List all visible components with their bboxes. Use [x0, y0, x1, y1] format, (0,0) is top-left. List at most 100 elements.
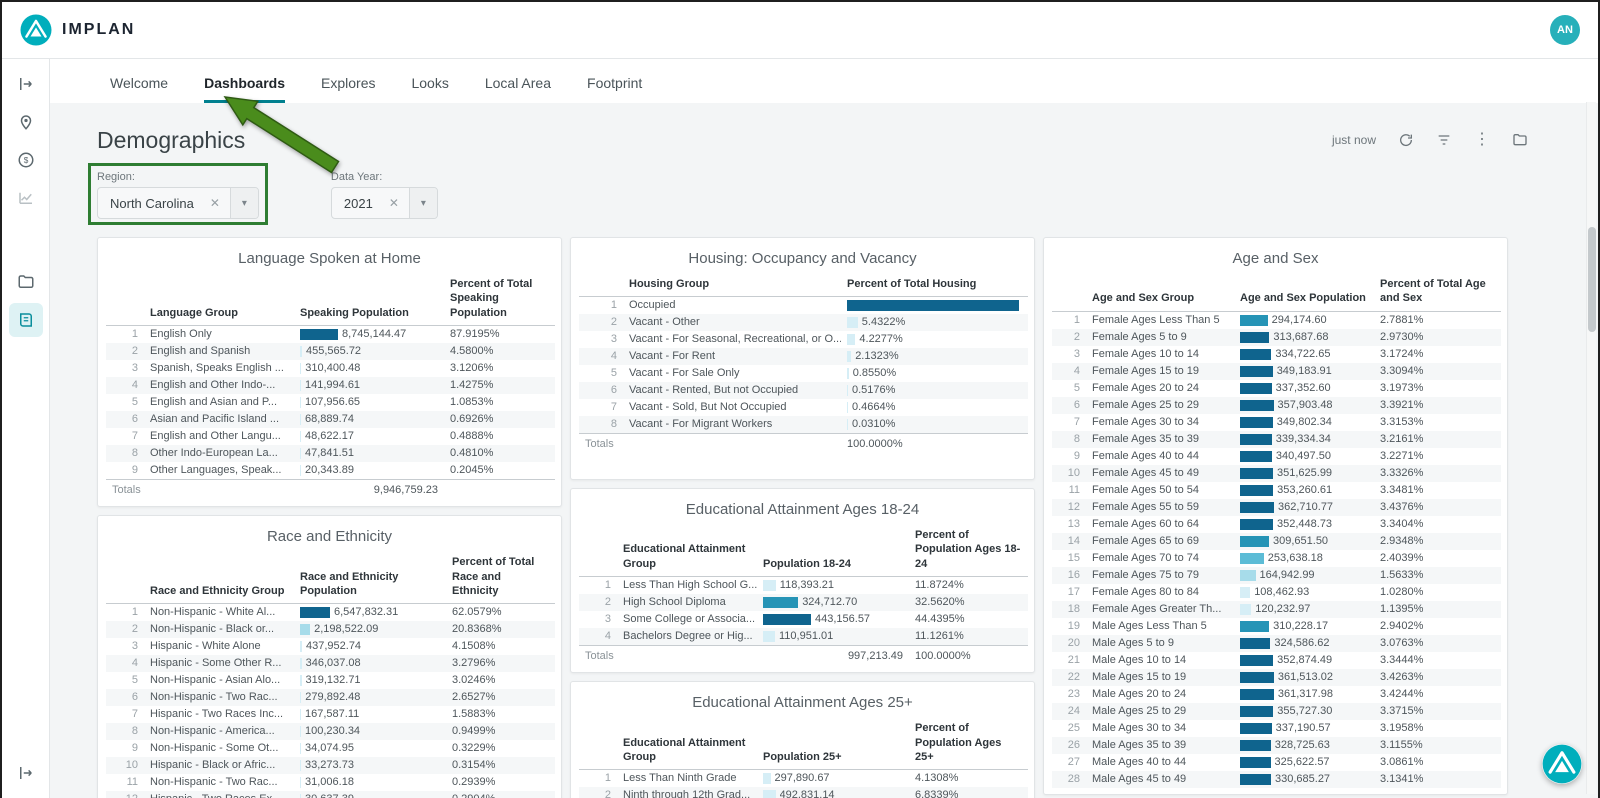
table-row[interactable]: 1 Female Ages Less Than 5 294,174.60 2.7881… [1052, 311, 1501, 329]
table-row[interactable]: 16 Female Ages 75 to 79 164,942.99 1.5633% [1052, 566, 1501, 584]
table-row[interactable]: 11 Non-Hispanic - Two Rac... 31,006.18 0.29… [106, 774, 555, 791]
table-row[interactable]: 23 Male Ages 20 to 24 361,317.98 3.4244% [1052, 686, 1501, 703]
refresh-icon[interactable] [1398, 132, 1414, 148]
tab-dashboards[interactable]: Dashboards [204, 75, 286, 103]
table-row[interactable]: 15 Female Ages 70 to 74 253,638.18 2.4039% [1052, 550, 1501, 567]
chevron-down-icon[interactable]: ▾ [229, 188, 258, 218]
table-row[interactable]: 6 Non-Hispanic - Two Rac... 279,892.48 2.65… [106, 689, 555, 707]
column-header[interactable]: Educational Attainment Group [617, 526, 757, 577]
data-year-filter-chip[interactable]: 2021 ✕ ▾ [330, 187, 438, 219]
table-row[interactable]: 11 Female Ages 50 to 54 353,260.61 3.3481% [1052, 482, 1501, 499]
table-row[interactable]: 20 Male Ages 5 to 9 324,586.62 3.0763% [1052, 634, 1501, 652]
table-row[interactable]: 28 Male Ages 45 to 49 330,685.27 3.1341% [1052, 770, 1501, 788]
scrollbar-thumb[interactable] [1588, 227, 1596, 332]
table-row[interactable]: 1 Less Than Ninth Grade 297,890.67 4.1308% [579, 770, 1028, 788]
table-row[interactable]: 7 English and Other Langu... 48,622.17 0.48… [106, 428, 555, 445]
table-row[interactable]: 21 Male Ages 10 to 14 352,874.49 3.3444% [1052, 652, 1501, 669]
table-row[interactable]: 9 Non-Hispanic - Some Ot... 34,074.95 0.322… [106, 740, 555, 757]
vertical-scrollbar[interactable] [1586, 102, 1596, 794]
table-row[interactable]: 9 Other Languages, Speak... 20,343.89 0.204… [106, 462, 555, 480]
table-row[interactable]: 13 Female Ages 60 to 64 352,448.73 3.3404% [1052, 516, 1501, 533]
table-row[interactable]: 2 Female Ages 5 to 9 313,687.68 2.9730% [1052, 328, 1501, 346]
table-row[interactable]: 7 Hispanic - Two Races Inc... 167,587.11 1.… [106, 706, 555, 723]
table-row[interactable]: 3 Spanish, Speaks English ... 310,400.48 3.… [106, 360, 555, 377]
table-row[interactable]: 4 Bachelors Degree or Hig... 110,951.01 11.… [579, 627, 1028, 646]
table-row[interactable]: 5 Vacant - For Sale Only 0.8550% [579, 365, 1028, 382]
table-row[interactable]: 2 Vacant - Other 5.4322% [579, 314, 1028, 332]
filter-icon[interactable] [1436, 132, 1452, 148]
table-row[interactable]: 27 Male Ages 40 to 44 325,622.57 3.0861% [1052, 754, 1501, 771]
table-row[interactable]: 1 Less Than High School G... 118,393.21 11.… [579, 576, 1028, 594]
column-header[interactable]: Educational Attainment Group [617, 719, 757, 771]
tab-explores[interactable]: Explores [321, 75, 375, 103]
column-header[interactable]: Population 25+ [757, 719, 909, 771]
column-header[interactable]: Race and Ethnicity Group [144, 553, 294, 605]
table-row[interactable]: 3 Hispanic - White Alone 437,952.74 4.1508% [106, 638, 555, 655]
table-row[interactable]: 25 Male Ages 30 to 34 337,190.57 3.1958% [1052, 720, 1501, 737]
folder-icon[interactable] [1512, 132, 1528, 148]
table-row[interactable]: 1Occupied86.3378% [579, 297, 1028, 315]
table-row[interactable]: 4 Vacant - For Rent 2.1323% [579, 348, 1028, 366]
column-header[interactable]: Speaking Population [294, 275, 444, 326]
tab-footprint[interactable]: Footprint [587, 75, 642, 103]
table-row[interactable]: 8 Female Ages 35 to 39 339,334.34 3.2161% [1052, 430, 1501, 448]
table-row[interactable]: 6 Female Ages 25 to 29 357,903.48 3.3921% [1052, 396, 1501, 414]
table-row[interactable]: 24 Male Ages 25 to 29 355,727.30 3.3715% [1052, 702, 1501, 720]
table-row[interactable]: 7 Female Ages 30 to 34 349,802.34 3.3153% [1052, 414, 1501, 431]
tab-looks[interactable]: Looks [411, 75, 448, 103]
table-row[interactable]: 8 Vacant - For Migrant Workers 0.0310% [579, 416, 1028, 434]
table-row[interactable]: 9 Female Ages 40 to 44 340,497.50 3.2271% [1052, 448, 1501, 465]
table-row[interactable]: 4 Female Ages 15 to 19 349,183.91 3.3094% [1052, 362, 1501, 380]
table-row[interactable]: 1 English Only 8,745,144.47 87.9195% [106, 325, 555, 343]
table-row[interactable]: 5 Female Ages 20 to 24 337,352.60 3.1973% [1052, 380, 1501, 397]
table-row[interactable]: 26 Male Ages 35 to 39 328,725.63 3.1155% [1052, 736, 1501, 754]
table-row[interactable]: 3 Vacant - For Seasonal, Recreational, or… [579, 331, 1028, 348]
table-row[interactable]: 2 Ninth through 12th Grad... 492,831.14 6.8… [579, 787, 1028, 798]
line-chart-icon[interactable] [9, 181, 43, 215]
dollar-circle-icon[interactable]: $ [9, 143, 43, 177]
more-vert-icon[interactable]: ⋮ [1474, 132, 1490, 148]
table-row[interactable]: 7 Vacant - Sold, But Not Occupied 0.4664% [579, 399, 1028, 416]
table-row[interactable]: 19 Male Ages Less Than 5 310,228.17 2.9402% [1052, 618, 1501, 635]
folder-icon[interactable] [9, 265, 43, 299]
logout-icon[interactable] [9, 756, 43, 790]
tab-welcome[interactable]: Welcome [110, 75, 168, 103]
clear-icon[interactable]: ✕ [379, 196, 409, 210]
table-row[interactable]: 8 Other Indo-European La... 47,841.51 0.481… [106, 444, 555, 462]
column-header[interactable]: Language Group [144, 275, 294, 326]
table-row[interactable]: 12 Female Ages 55 to 59 362,710.77 3.4376% [1052, 498, 1501, 516]
journal-icon[interactable] [8, 303, 43, 337]
table-row[interactable]: 1 Non-Hispanic - White Al... 6,547,832.31 6… [106, 604, 555, 622]
clear-icon[interactable]: ✕ [200, 196, 230, 210]
table-row[interactable]: 3 Some College or Associa... 443,156.57 44.… [579, 611, 1028, 628]
column-header[interactable]: Age and Sex Group [1086, 275, 1234, 312]
chevron-down-icon[interactable]: ▾ [408, 188, 437, 218]
table-row[interactable]: 6 Vacant - Rented, But not Occupied 0.5176… [579, 382, 1028, 400]
table-row[interactable]: 4 English and Other Indo-... 141,994.61 1.4… [106, 376, 555, 394]
table-row[interactable]: 4 Hispanic - Some Other R... 346,037.08 3.2… [106, 655, 555, 673]
table-row[interactable]: 22 Male Ages 15 to 19 361,513.02 3.4263% [1052, 668, 1501, 686]
column-header[interactable]: Percent of Population Ages 18-24 [909, 526, 1028, 577]
table-row[interactable]: 2 English and Spanish 455,565.72 4.5800% [106, 342, 555, 360]
column-header[interactable]: Age and Sex Population [1234, 275, 1374, 312]
column-header[interactable]: Percent of Total Housing [841, 275, 1028, 298]
region-filter-chip[interactable]: North Carolina ✕ ▾ [97, 187, 259, 219]
table-row[interactable]: 5 Non-Hispanic - Asian Alo... 319,132.71 3.… [106, 672, 555, 689]
column-header[interactable]: Percent of Total Race and Ethnicity [446, 553, 555, 605]
location-pin-icon[interactable] [9, 105, 43, 139]
table-row[interactable]: 2 Non-Hispanic - Black or... 2,198,522.09 2… [106, 621, 555, 639]
table-row[interactable]: 10 Female Ages 45 to 49 351,625.99 3.3326% [1052, 464, 1501, 482]
column-header[interactable]: Race and Ethnicity Population [294, 553, 446, 605]
table-row[interactable]: 8 Non-Hispanic - America... 100,230.34 0.94… [106, 723, 555, 741]
table-row[interactable]: 14 Female Ages 65 to 69 309,651.50 2.9348% [1052, 532, 1501, 550]
tab-local-area[interactable]: Local Area [485, 75, 551, 103]
table-row[interactable]: 5 English and Asian and P... 107,956.65 1.0… [106, 394, 555, 411]
implan-logo-icon[interactable] [1542, 744, 1582, 784]
avatar[interactable]: AN [1550, 15, 1580, 45]
column-header[interactable]: Population 18-24 [757, 526, 909, 577]
column-header[interactable]: Housing Group [623, 275, 841, 298]
panel-expand-icon[interactable] [9, 67, 43, 101]
brand[interactable]: IMPLAN [20, 14, 135, 46]
table-row[interactable]: 10 Hispanic - Black or Afric... 33,273.73 0… [106, 757, 555, 775]
table-row[interactable]: 18 Female Ages Greater Th... 120,232.97 1.1… [1052, 600, 1501, 618]
